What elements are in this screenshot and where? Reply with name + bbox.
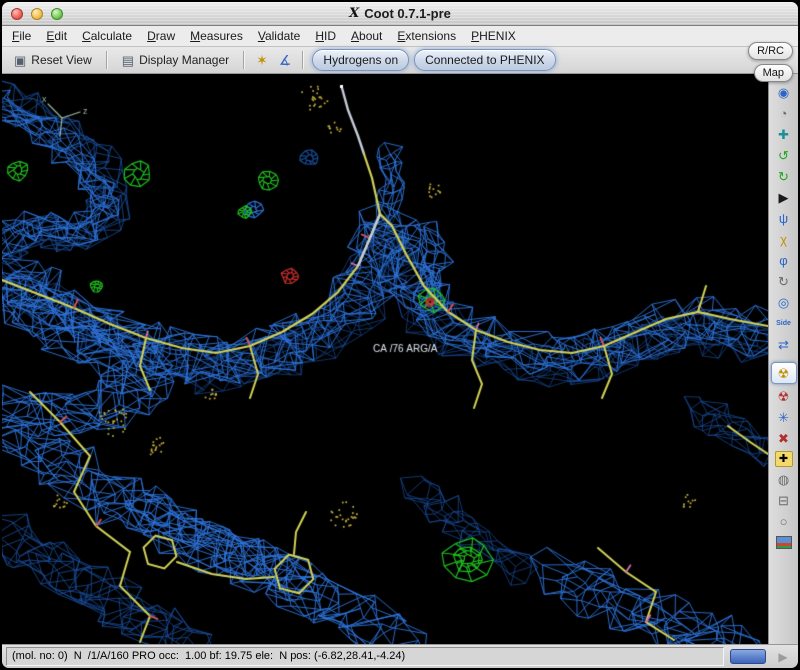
menu-calculate[interactable]: Calculate xyxy=(82,29,132,43)
screenshot-icon[interactable] xyxy=(772,533,796,552)
run-script-icon[interactable]: ▶ xyxy=(772,188,796,207)
toolbar: ▣ Reset View ▤ Display Manager ✶ ∡ Hydro… xyxy=(2,47,798,74)
viewport-panel xyxy=(2,74,768,644)
menu-edit[interactable]: Edit xyxy=(46,29,67,43)
minimize-button[interactable] xyxy=(31,7,43,20)
menu-validate[interactable]: Validate xyxy=(258,29,301,43)
torsion-general-icon[interactable]: φ xyxy=(772,251,796,270)
close-button[interactable] xyxy=(11,7,23,20)
phenix-connection-button[interactable]: Connected to PHENIX xyxy=(414,49,556,71)
map-button[interactable]: Map xyxy=(753,64,793,82)
undo-icon[interactable]: ↺ xyxy=(772,146,796,165)
spin-view-icon[interactable]: ◉ xyxy=(772,83,796,102)
zoom-button[interactable] xyxy=(51,7,63,20)
status-text: (mol. no: 0) N /1/A/160 PRO occ: 1.00 bf… xyxy=(6,647,724,666)
status-progress-pill xyxy=(730,649,766,664)
main-content: ◉ ◔ ✚ ↺ ↻ ▶ ψ χ φ ↻ ◎ Side ⇄ ☢ ☢ ✳ ✖ ✚ ◍… xyxy=(2,74,798,644)
side-chain-180-icon[interactable]: Side xyxy=(772,314,796,333)
reset-view-icon: ▣ xyxy=(14,52,27,68)
run-state-button[interactable]: ▶ xyxy=(772,649,794,665)
toolbar-separator xyxy=(105,51,108,69)
flip-peptide-icon[interactable]: ⇄ xyxy=(772,335,796,354)
display-manager-label: Display Manager xyxy=(139,53,230,67)
pepflip-icon[interactable]: ✳ xyxy=(772,408,796,427)
regularize-zone-icon[interactable]: ☢ xyxy=(772,387,796,406)
idle-function-icon[interactable]: ◔ xyxy=(772,104,796,123)
status-bar: (mol. no: 0) N /1/A/160 PRO occ: 1.00 bf… xyxy=(2,644,798,668)
molecular-viewport[interactable] xyxy=(2,74,768,644)
rotate-zone-icon[interactable]: ↻ xyxy=(772,272,796,291)
reset-view-label: Reset View xyxy=(31,53,92,67)
menu-bar: File Edit Calculate Draw Measures Valida… xyxy=(2,26,798,47)
menu-about[interactable]: About xyxy=(351,29,382,43)
sphere-refine-icon[interactable]: ○ xyxy=(772,512,796,531)
coot-window: X Coot 0.7.1-pre File Edit Calculate Dra… xyxy=(2,2,798,668)
title-bar[interactable]: X Coot 0.7.1-pre xyxy=(2,2,798,26)
window-title: X Coot 0.7.1-pre xyxy=(2,6,798,21)
image-chip-icon xyxy=(775,536,792,549)
menu-draw[interactable]: Draw xyxy=(147,29,175,43)
goto-atom-icon[interactable]: ✶ xyxy=(253,52,271,68)
goto-residue-icon[interactable]: ◎ xyxy=(772,293,796,312)
auto-fit-rotamer-icon[interactable]: ✖ xyxy=(772,429,796,448)
window-title-text: Coot 0.7.1-pre xyxy=(364,6,451,21)
display-manager-button[interactable]: ▤ Display Manager xyxy=(116,51,235,69)
refine-zone-icon[interactable]: ☢ xyxy=(770,362,797,384)
delete-item-icon[interactable]: ⊟ xyxy=(772,491,796,510)
add-terminal-residue-icon[interactable]: ✚ xyxy=(774,451,793,467)
measure-distance-icon[interactable]: ∡ xyxy=(276,52,295,68)
chi-angles-icon[interactable]: χ xyxy=(772,230,796,249)
menu-file[interactable]: File xyxy=(12,29,31,43)
traffic-lights xyxy=(2,7,63,20)
menu-measures[interactable]: Measures xyxy=(190,29,243,43)
hydrogens-toggle-button[interactable]: Hydrogens on xyxy=(312,49,410,71)
menu-hid[interactable]: HID xyxy=(315,29,336,43)
reset-view-button[interactable]: ▣ Reset View xyxy=(8,51,98,69)
toolbar-separator xyxy=(302,51,305,69)
rrc-button[interactable]: R/RC xyxy=(748,42,793,60)
play-icon: ▶ xyxy=(778,649,788,664)
side-toolbar: ◉ ◔ ✚ ↺ ↻ ▶ ψ χ φ ↻ ◎ Side ⇄ ☢ ☢ ✳ ✖ ✚ ◍… xyxy=(768,74,798,644)
redo-icon[interactable]: ↻ xyxy=(772,167,796,186)
mutate-icon[interactable]: ◍ xyxy=(772,470,796,489)
menu-phenix[interactable]: PHENIX xyxy=(471,29,516,43)
rotate-translate-icon[interactable]: ✚ xyxy=(772,125,796,144)
menu-extensions[interactable]: Extensions xyxy=(397,29,456,43)
toolbar-separator xyxy=(243,51,246,69)
rotamers-icon[interactable]: ψ xyxy=(772,209,796,228)
display-manager-icon: ▤ xyxy=(121,52,135,68)
x11-icon: X xyxy=(349,6,360,21)
